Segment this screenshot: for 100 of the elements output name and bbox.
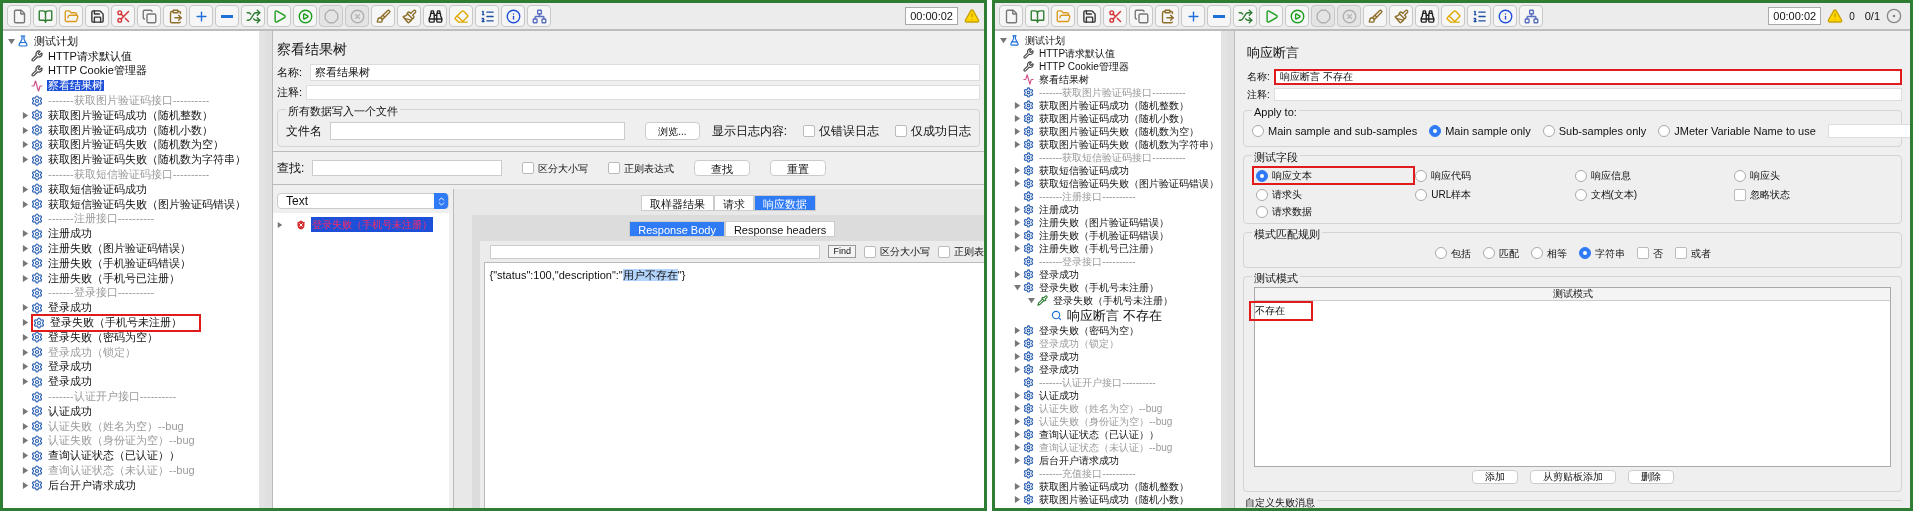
checkbox[interactable]: 否 <box>1636 245 1663 261</box>
plus-button[interactable] <box>1181 5 1205 27</box>
radio-button[interactable]: 响应头 <box>1733 166 1893 185</box>
tree-item[interactable]: 查询认证状态（已认证）） <box>47 450 181 462</box>
expand-arrow-icon[interactable] <box>1013 353 1021 360</box>
tree-item[interactable]: 登录成功 <box>47 361 93 373</box>
expand-arrow-icon[interactable] <box>1013 180 1021 187</box>
brush-button[interactable] <box>1363 5 1387 27</box>
expand-arrow-icon[interactable] <box>21 319 29 327</box>
minus-button[interactable] <box>215 5 239 27</box>
tab[interactable]: 请求 <box>713 195 754 211</box>
expand-arrow-icon[interactable] <box>1013 483 1021 490</box>
binoculars-button[interactable] <box>423 5 447 27</box>
expand-arrow-icon[interactable] <box>1013 232 1021 239</box>
pattern-action-button[interactable]: 添加 <box>1471 470 1518 484</box>
expand-arrow-icon[interactable] <box>7 37 15 45</box>
tree-item[interactable]: 测试计划 <box>33 35 79 47</box>
binoculars-button[interactable] <box>1415 5 1439 27</box>
list-button[interactable] <box>475 5 499 27</box>
pattern-action-button[interactable]: 从剪贴板添加 <box>1529 470 1616 484</box>
checkbox[interactable]: 忽略状态 <box>1733 187 1893 202</box>
tree-item[interactable]: HTTP请求默认值 <box>47 50 133 62</box>
tree-item[interactable]: 查询认证状态（已认证）） <box>1038 429 1160 440</box>
tree-item[interactable]: 登录成功 <box>1038 364 1080 375</box>
play-circle-button[interactable] <box>1285 5 1309 27</box>
search-action-button[interactable]: 重置 <box>770 160 827 176</box>
shuffle-button[interactable] <box>1233 5 1257 27</box>
tree-item[interactable]: 注册失败（手机验证码错误） <box>1038 230 1170 241</box>
browse-button[interactable]: 浏览... <box>645 122 700 140</box>
expand-arrow-icon[interactable] <box>1013 496 1021 503</box>
list-button[interactable] <box>1467 5 1491 27</box>
scissors-button[interactable] <box>1103 5 1127 27</box>
radio-button[interactable]: Main sample and sub-samples <box>1252 123 1418 140</box>
find-button[interactable]: Find <box>828 245 856 258</box>
expand-arrow-icon[interactable] <box>1013 284 1021 291</box>
tree-item[interactable]: 后台开户请求成功 <box>47 479 137 491</box>
comment-field[interactable] <box>1273 87 1902 101</box>
tab[interactable]: 取样器结果 <box>640 195 714 211</box>
tree-item[interactable]: 获取短信验证码失败（图片验证码错误） <box>1038 178 1220 189</box>
copy-button[interactable] <box>1129 5 1153 27</box>
expand-arrow-icon[interactable] <box>21 141 29 149</box>
tree-item[interactable]: 登录成功 <box>47 302 93 314</box>
expand-arrow-icon[interactable] <box>21 126 29 134</box>
tree-item[interactable]: 注册成功 <box>1038 204 1080 215</box>
help-button[interactable] <box>501 5 525 27</box>
expand-arrow-icon[interactable] <box>21 156 29 164</box>
help-button[interactable] <box>1493 5 1517 27</box>
renderer-select[interactable]: Text <box>277 193 450 209</box>
tree-item[interactable]: HTTP请求默认值 <box>1038 48 1117 59</box>
radio-button[interactable]: 响应信息 <box>1574 166 1734 185</box>
expand-arrow-icon[interactable] <box>1013 206 1021 213</box>
network-button[interactable] <box>1519 5 1543 27</box>
tree-item[interactable]: 获取短信验证码成功 <box>1038 165 1130 176</box>
tree-item[interactable]: 获取图片验证码失败（随机数为空） <box>47 139 225 151</box>
expand-arrow-icon[interactable] <box>21 200 29 208</box>
checkbox[interactable]: 正则表达式 <box>608 160 675 176</box>
tree-item[interactable]: 获取图片验证码成功（随机小数） <box>47 124 214 136</box>
expand-arrow-icon[interactable] <box>21 407 29 415</box>
expand-arrow-icon[interactable] <box>21 185 29 193</box>
tree-item[interactable]: 获取图片验证码成功（随机小数） <box>1038 113 1190 124</box>
expand-arrow-icon[interactable] <box>21 378 29 386</box>
shuffle-button[interactable] <box>241 5 265 27</box>
tree-item[interactable]: 获取图片验证码失败（随机数为字符串） <box>47 154 247 166</box>
expand-arrow-icon[interactable] <box>21 452 29 460</box>
expand-arrow-icon[interactable] <box>1013 327 1021 334</box>
tree-item[interactable]: 登录成功 <box>47 376 93 388</box>
checkbox[interactable]: 区分大小写 <box>864 244 930 259</box>
radio-button[interactable]: 包括 <box>1434 245 1471 261</box>
expand-arrow-icon[interactable] <box>1013 245 1021 252</box>
brush-button[interactable] <box>371 5 395 27</box>
expand-arrow-icon[interactable] <box>21 274 29 282</box>
name-field[interactable]: 响应断言 不存在 <box>1273 68 1902 85</box>
search-action-button[interactable]: 查找 <box>694 160 751 176</box>
tree-item[interactable]: 登录成功 <box>1038 269 1080 280</box>
tree-item[interactable]: 获取短信验证码失败（图片验证码错误） <box>47 198 247 210</box>
expand-arrow-icon[interactable] <box>21 363 29 371</box>
tree-item[interactable]: 获取图片验证码失败（随机数为空） <box>1038 126 1200 137</box>
table-cell[interactable]: 不存在 <box>1249 301 1313 321</box>
tree-item[interactable]: 登录失败（手机号未注册） <box>1052 295 1174 306</box>
expand-arrow-icon[interactable] <box>277 221 283 228</box>
expand-arrow-icon[interactable] <box>1013 141 1021 148</box>
name-field[interactable]: 察看结果树 <box>310 64 980 81</box>
expand-arrow-icon[interactable] <box>21 259 29 267</box>
comment-field[interactable] <box>306 84 980 100</box>
expand-arrow-icon[interactable] <box>1027 297 1035 304</box>
expand-arrow-icon[interactable] <box>1013 128 1021 135</box>
checkbox[interactable]: 仅成功日志 <box>895 122 971 140</box>
save-button[interactable] <box>85 5 109 27</box>
radio-button[interactable]: 字符串 <box>1578 245 1625 261</box>
radio-button[interactable]: 请求数据 <box>1256 204 1416 219</box>
expand-arrow-icon[interactable] <box>1013 167 1021 174</box>
tree-item[interactable]: 获取图片验证码成功（随机整数） <box>47 109 214 121</box>
expand-arrow-icon[interactable] <box>1013 431 1021 438</box>
tree-item[interactable]: 登录成功 <box>1038 351 1080 362</box>
tree-item[interactable]: 注册失败（手机号已注册） <box>47 272 181 284</box>
tree-item[interactable]: 后台开户请求成功 <box>1038 455 1120 466</box>
expand-arrow-icon[interactable] <box>1013 115 1021 122</box>
paintbrush-button[interactable] <box>1389 5 1413 27</box>
copy-button[interactable] <box>137 5 161 27</box>
expand-arrow-icon[interactable] <box>21 230 29 238</box>
